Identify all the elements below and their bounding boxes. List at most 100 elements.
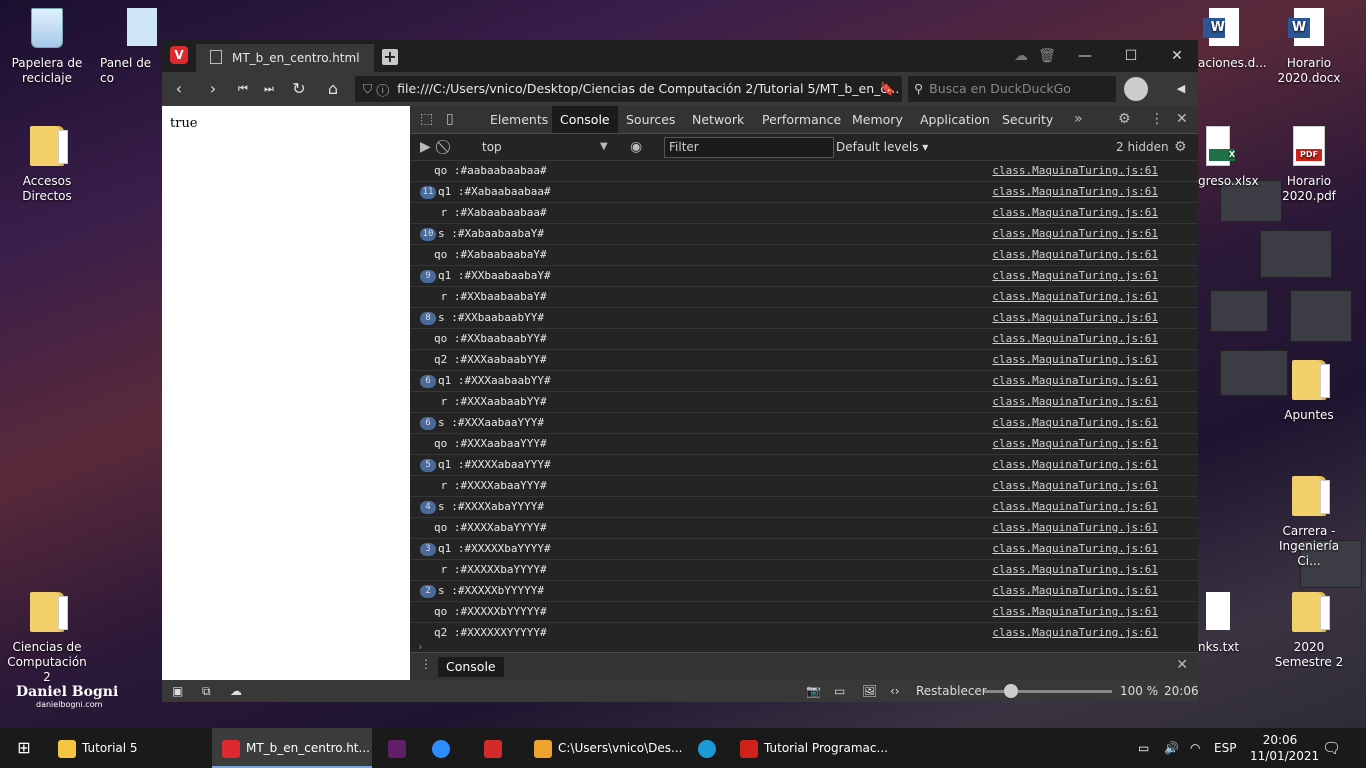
source-link[interactable]: class.MaquinaTuring.js:61 bbox=[992, 434, 1158, 454]
volume-icon[interactable]: 🔊 bbox=[1164, 728, 1179, 768]
tab-console[interactable]: Console bbox=[552, 106, 618, 133]
source-link[interactable]: class.MaquinaTuring.js:61 bbox=[992, 602, 1158, 622]
source-link[interactable]: class.MaquinaTuring.js:61 bbox=[992, 371, 1158, 391]
levels-dropdown[interactable]: Default levels ▾ bbox=[836, 134, 928, 160]
desktop-icon-semestre[interactable]: 2020 Semestre 2 bbox=[1266, 592, 1352, 670]
source-link[interactable]: class.MaquinaTuring.js:61 bbox=[992, 287, 1158, 307]
panel-toggle-icon[interactable]: ◀ bbox=[1170, 78, 1192, 100]
tab-network[interactable]: Network bbox=[684, 106, 752, 133]
chevron-down-icon[interactable]: ▼ bbox=[600, 134, 608, 160]
home-icon[interactable]: ⌂ bbox=[322, 78, 344, 100]
desktop-icon-greso[interactable]: X greso.xlsx bbox=[1198, 126, 1259, 189]
desktop-icon-aciones[interactable]: W aciones.d... bbox=[1198, 8, 1267, 71]
close-devtools-icon[interactable]: ✕ bbox=[1176, 106, 1188, 133]
source-link[interactable]: class.MaquinaTuring.js:61 bbox=[992, 455, 1158, 475]
close-button[interactable]: ✕ bbox=[1154, 40, 1200, 72]
source-link[interactable]: class.MaquinaTuring.js:61 bbox=[992, 476, 1158, 496]
source-link[interactable]: class.MaquinaTuring.js:61 bbox=[992, 497, 1158, 517]
context-selector[interactable]: top bbox=[482, 134, 502, 160]
search-field[interactable]: ⚲ Busca en DuckDuckGo bbox=[908, 76, 1116, 102]
source-link[interactable]: class.MaquinaTuring.js:61 bbox=[992, 224, 1158, 244]
desktop-icon-horario-pdf[interactable]: PDF Horario 2020.pdf bbox=[1266, 126, 1352, 204]
tab-application[interactable]: Application bbox=[912, 106, 998, 133]
start-button[interactable]: ⊞ bbox=[0, 728, 48, 768]
source-link[interactable]: class.MaquinaTuring.js:61 bbox=[992, 350, 1158, 370]
image-icon[interactable]: 🖼 bbox=[862, 680, 877, 702]
source-link[interactable]: class.MaquinaTuring.js:61 bbox=[992, 161, 1158, 181]
desktop-icon-ciencias[interactable]: Ciencias de Computación 2 bbox=[4, 592, 90, 685]
sync-cloud-icon[interactable]: ☁ bbox=[230, 680, 242, 702]
notification-icon[interactable]: 🗨 bbox=[1322, 728, 1346, 768]
desktop-icon-carrera[interactable]: Carrera - Ingeniería Ci... bbox=[1266, 476, 1352, 569]
clock[interactable]: 20:06 11/01/2021 bbox=[1250, 728, 1319, 768]
source-link[interactable]: class.MaquinaTuring.js:61 bbox=[992, 203, 1158, 223]
source-link[interactable]: class.MaquinaTuring.js:61 bbox=[992, 413, 1158, 433]
battery-icon[interactable]: ▭ bbox=[1138, 728, 1149, 768]
tab-performance[interactable]: Performance bbox=[754, 106, 849, 133]
desktop-icon-apuntes[interactable]: Apuntes bbox=[1266, 360, 1352, 423]
inspect-icon[interactable]: ⬚ bbox=[420, 106, 433, 133]
taskbar-zoom[interactable] bbox=[422, 728, 458, 768]
taskbar-app[interactable] bbox=[688, 728, 724, 768]
zoom-slider[interactable] bbox=[984, 684, 1112, 698]
source-link[interactable]: class.MaquinaTuring.js:61 bbox=[992, 266, 1158, 286]
reload-icon[interactable]: ↻ bbox=[288, 78, 310, 100]
desktop-icon-recycle-bin[interactable]: Papelera de reciclaje bbox=[4, 8, 90, 86]
source-link[interactable]: class.MaquinaTuring.js:61 bbox=[992, 539, 1158, 559]
source-link[interactable]: class.MaquinaTuring.js:61 bbox=[992, 560, 1158, 580]
desktop-icon-links[interactable]: nks.txt bbox=[1198, 592, 1239, 655]
reset-zoom-button[interactable]: Restablecer bbox=[916, 680, 987, 702]
shield-icon[interactable]: ⛉ ⓘ bbox=[363, 81, 389, 96]
source-link[interactable]: class.MaquinaTuring.js:61 bbox=[992, 392, 1158, 412]
taskbar-item-browser[interactable]: MT_b_en_centro.ht... bbox=[212, 728, 372, 768]
bookmark-icon[interactable]: 🔖 bbox=[880, 76, 896, 102]
rewind-icon[interactable]: ⏮ bbox=[232, 78, 254, 100]
tab-sources[interactable]: Sources bbox=[618, 106, 683, 133]
console-settings-icon[interactable]: ⚙ bbox=[1174, 134, 1187, 160]
sidebar-toggle-icon[interactable]: ▶ bbox=[420, 134, 431, 160]
source-link[interactable]: class.MaquinaTuring.js:61 bbox=[992, 329, 1158, 349]
tab-memory[interactable]: Memory bbox=[844, 106, 911, 133]
window-icon[interactable]: ▭ bbox=[834, 680, 845, 702]
device-toggle-icon[interactable]: ▯ bbox=[446, 106, 454, 133]
code-icon[interactable]: ‹› bbox=[890, 680, 900, 702]
desktop-icon-control-panel[interactable]: Panel de co bbox=[100, 8, 160, 86]
source-link[interactable]: class.MaquinaTuring.js:61 bbox=[992, 245, 1158, 265]
new-tab-button[interactable]: + bbox=[382, 49, 398, 65]
vivaldi-menu-icon[interactable]: V bbox=[170, 46, 188, 64]
profile-avatar[interactable] bbox=[1124, 77, 1148, 101]
browser-tab[interactable]: MT_b_en_centro.html bbox=[196, 44, 374, 72]
zoom-slider-thumb[interactable] bbox=[1004, 684, 1018, 698]
fast-forward-icon[interactable]: ⏭ bbox=[258, 78, 280, 100]
source-link[interactable]: class.MaquinaTuring.js:61 bbox=[992, 623, 1158, 641]
maximize-button[interactable]: ☐ bbox=[1108, 40, 1154, 72]
forward-icon[interactable]: › bbox=[202, 78, 224, 100]
language-indicator[interactable]: ESP bbox=[1214, 728, 1236, 768]
taskbar-download-app[interactable] bbox=[474, 728, 510, 768]
wifi-icon[interactable]: ◠ bbox=[1190, 728, 1200, 768]
drawer-menu-icon[interactable]: ⋮ bbox=[420, 657, 432, 671]
tab-tiling-icon[interactable]: ⧉ bbox=[202, 680, 211, 702]
desktop-icon-shortcuts[interactable]: Accesos Directos bbox=[4, 126, 90, 204]
taskbar-item-pdf[interactable]: Tutorial Programac... bbox=[730, 728, 890, 768]
source-link[interactable]: class.MaquinaTuring.js:61 bbox=[992, 518, 1158, 538]
desktop-icon-horario-docx[interactable]: W Horario 2020.docx bbox=[1266, 8, 1352, 86]
minimize-button[interactable]: — bbox=[1062, 40, 1108, 72]
more-tabs-icon[interactable]: » bbox=[1074, 106, 1083, 133]
panel-icon[interactable]: ▣ bbox=[172, 680, 183, 702]
close-drawer-icon[interactable]: ✕ bbox=[1176, 657, 1188, 673]
back-icon[interactable]: ‹ bbox=[168, 78, 190, 100]
eye-icon[interactable]: ◉ bbox=[630, 134, 642, 160]
source-link[interactable]: class.MaquinaTuring.js:61 bbox=[992, 308, 1158, 328]
settings-gear-icon[interactable]: ⚙ bbox=[1118, 106, 1131, 133]
kebab-menu-icon[interactable]: ⋮ bbox=[1150, 106, 1164, 133]
address-bar[interactable]: ⛉ ⓘ file:///C:/Users/vnico/Desktop/Cienci… bbox=[355, 76, 902, 102]
drawer-console-tab[interactable]: Console bbox=[438, 657, 504, 677]
source-link[interactable]: class.MaquinaTuring.js:61 bbox=[992, 182, 1158, 202]
taskbar-slack[interactable] bbox=[378, 728, 414, 768]
taskbar-item-sublime[interactable]: C:\Users\vnico\Des... bbox=[524, 728, 686, 768]
filter-input[interactable]: Filter bbox=[664, 137, 834, 158]
source-link[interactable]: class.MaquinaTuring.js:61 bbox=[992, 581, 1158, 601]
tab-security[interactable]: Security bbox=[994, 106, 1061, 133]
tab-elements[interactable]: Elements bbox=[482, 106, 556, 133]
